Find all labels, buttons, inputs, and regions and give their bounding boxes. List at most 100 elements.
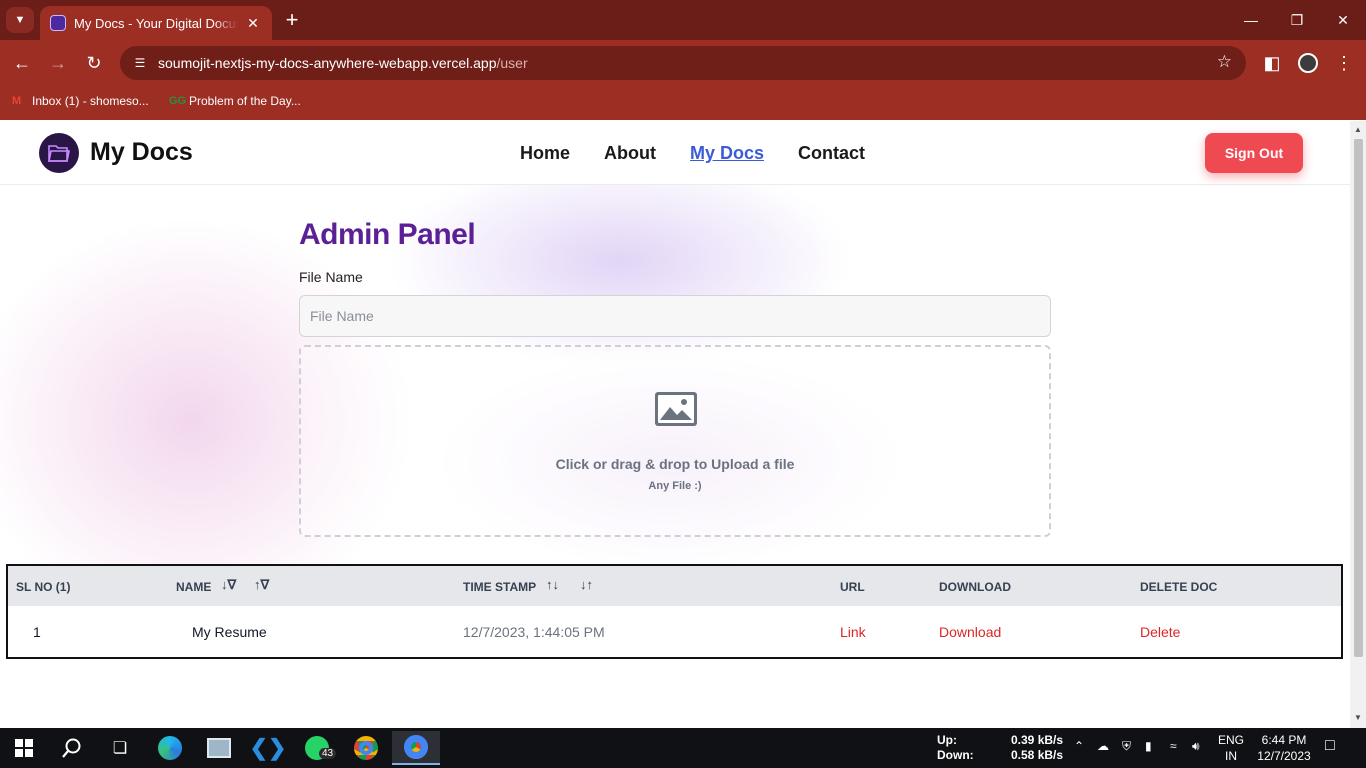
scroll-down-icon[interactable]: ▼ (1350, 713, 1366, 722)
sort-time-desc-icon[interactable]: ↓↑ (580, 577, 593, 592)
net-speed-values: 0.39 kB/s 0.58 kB/s (1011, 733, 1063, 763)
url-path: /user (496, 55, 528, 71)
task-view-button[interactable]: ❏ (100, 734, 140, 762)
sort-name-desc-icon[interactable]: ↑∇ (254, 577, 269, 593)
close-window-button[interactable]: ✕ (1320, 8, 1366, 32)
net-speed-labels: Up: Down: (937, 733, 974, 763)
file-name-input[interactable] (299, 295, 1051, 337)
chrome-menu-button[interactable]: ⋮ (1331, 50, 1357, 76)
header-timestamp: TIME STAMP (463, 580, 537, 594)
cell-download-link[interactable]: Download (939, 624, 1001, 640)
header-name: NAME (176, 580, 212, 594)
cell-delete-link[interactable]: Delete (1140, 624, 1180, 640)
cell-timestamp: 12/7/2023, 1:44:05 PM (463, 624, 605, 640)
nav-home[interactable]: Home (520, 143, 570, 164)
file-dropzone[interactable]: Click or drag & drop to Upload a file An… (299, 345, 1051, 537)
header-delete-doc: DELETE DOC (1140, 580, 1218, 594)
search-button[interactable] (52, 734, 92, 762)
cell-url-link[interactable]: Link (840, 624, 866, 640)
arrow-left-icon: ← (13, 53, 31, 73)
close-window-icon: ✕ (1337, 12, 1349, 28)
language-label: ENG (1218, 733, 1245, 747)
security-shield-icon[interactable]: ⛨ (1122, 739, 1131, 754)
new-tab-button[interactable]: + (282, 8, 302, 32)
address-bar[interactable]: ☰ soumojit-nextjs-my-docs-anywhere-webap… (120, 46, 1246, 80)
restore-icon: ❐ (1290, 12, 1304, 28)
kebab-menu-icon: ⋮ (1335, 53, 1353, 73)
upload-hint: Any File :) (648, 480, 702, 492)
url-host: soumojit-nextjs-my-docs-anywhere-webapp.… (158, 55, 497, 71)
net-up-value: 0.39 kB/s (1011, 733, 1064, 747)
taskbar-clock[interactable]: 6:44 PM 12/7/2023 (1256, 732, 1312, 764)
reload-button[interactable]: ↻ (81, 50, 107, 76)
browser-tab-active[interactable]: My Docs - Your Digital Documents ✕ (40, 6, 272, 40)
upload-instructions: Click or drag & drop to Upload a file (555, 456, 795, 472)
bookmarks-bar: M Inbox (1) - shomeso... GG Problem of t… (0, 86, 1366, 120)
nav-contact[interactable]: Contact (798, 143, 865, 164)
chrome-icon (354, 736, 378, 760)
bookmark-gfg[interactable]: GG Problem of the Day... (169, 94, 301, 108)
folder-icon (48, 145, 70, 162)
chrome-app[interactable] (346, 734, 386, 762)
back-button[interactable]: ← (9, 50, 35, 76)
tab-favicon-icon (50, 15, 66, 31)
edge-icon (158, 736, 182, 760)
page-content: My Docs Home About My Docs Contact Sign … (0, 121, 1350, 728)
plus-icon: + (285, 7, 299, 32)
start-button[interactable] (4, 734, 44, 762)
edge-app[interactable] (150, 734, 190, 762)
battery-icon[interactable]: ▮ (1145, 739, 1152, 753)
language-indicator[interactable]: ENG IN (1218, 732, 1244, 764)
restore-button[interactable]: ❐ (1274, 8, 1320, 32)
file-name-label: File Name (299, 269, 363, 285)
clock-time: 6:44 PM (1261, 733, 1307, 747)
reload-icon: ↻ (86, 53, 102, 73)
bookmark-star-icon[interactable]: ☆ (1217, 52, 1232, 72)
browser-tabstrip: ▼ My Docs - Your Digital Documents ✕ + —… (0, 0, 1366, 40)
notifications-icon[interactable]: □ (1325, 737, 1335, 755)
arrow-right-icon: → (49, 53, 67, 73)
minimize-button[interactable]: — (1228, 8, 1274, 32)
wifi-icon[interactable]: ≈ (1170, 739, 1177, 753)
header-url: URL (840, 580, 865, 594)
windows-logo-icon (15, 739, 33, 757)
side-panel-icon: ◧ (1263, 53, 1281, 73)
clock-date: 12/7/2023 (1257, 749, 1311, 763)
nav-my-docs[interactable]: My Docs (690, 143, 764, 164)
cell-sl-no: 1 (33, 624, 41, 640)
table-header: SL NO (1) NAME ↓∇ ↑∇ TIME STAMP ↑↓ ↓↑ UR… (8, 566, 1341, 606)
nav-about[interactable]: About (604, 143, 656, 164)
brand-name[interactable]: My Docs (90, 138, 193, 167)
sort-name-asc-icon[interactable]: ↓∇ (221, 577, 236, 593)
scroll-up-icon[interactable]: ▲ (1350, 125, 1366, 134)
whatsapp-app[interactable]: 43 (297, 734, 337, 762)
vscode-icon: ❮❯ (249, 735, 287, 760)
scroll-thumb[interactable] (1354, 139, 1363, 657)
chevron-up-icon[interactable]: ⌃ (1074, 739, 1084, 753)
onedrive-icon[interactable]: ☁ (1097, 739, 1109, 753)
tab-title: My Docs - Your Digital Documents (74, 15, 238, 31)
close-icon[interactable]: ✕ (244, 15, 262, 32)
gmail-icon: M (12, 95, 22, 107)
documents-table: SL NO (1) NAME ↓∇ ↑∇ TIME STAMP ↑↓ ↓↑ UR… (6, 564, 1343, 659)
site-info-icon[interactable]: ☰ (130, 53, 150, 73)
sign-out-button[interactable]: Sign Out (1205, 133, 1303, 173)
site-navbar: My Docs Home About My Docs Contact Sign … (0, 121, 1350, 185)
chrome-profile-app-active[interactable] (392, 731, 440, 765)
chrome-icon (404, 735, 428, 759)
bookmark-gmail[interactable]: M Inbox (1) - shomeso... (12, 94, 149, 108)
tab-search-button[interactable]: ▼ (6, 7, 34, 33)
file-explorer-app[interactable] (199, 734, 239, 762)
volume-icon[interactable]: 🔊︎ (1192, 739, 1200, 754)
vscode-app[interactable]: ❮❯ (248, 734, 288, 762)
search-icon (62, 738, 81, 758)
side-panel-button[interactable]: ◧ (1259, 50, 1285, 76)
page-title: Admin Panel (299, 218, 476, 251)
profile-avatar[interactable] (1298, 53, 1318, 73)
forward-button[interactable]: → (45, 50, 71, 76)
sort-time-asc-icon[interactable]: ↑↓ (546, 577, 559, 592)
net-up-label: Up: (937, 733, 957, 747)
folder-logo-icon[interactable] (39, 133, 79, 173)
windows-taskbar: ❏ ❮❯ 43 Up: Down: 0.39 kB/s 0.58 kB/s ⌃ … (0, 728, 1366, 768)
page-scrollbar[interactable]: ▲ ▼ (1350, 121, 1366, 728)
